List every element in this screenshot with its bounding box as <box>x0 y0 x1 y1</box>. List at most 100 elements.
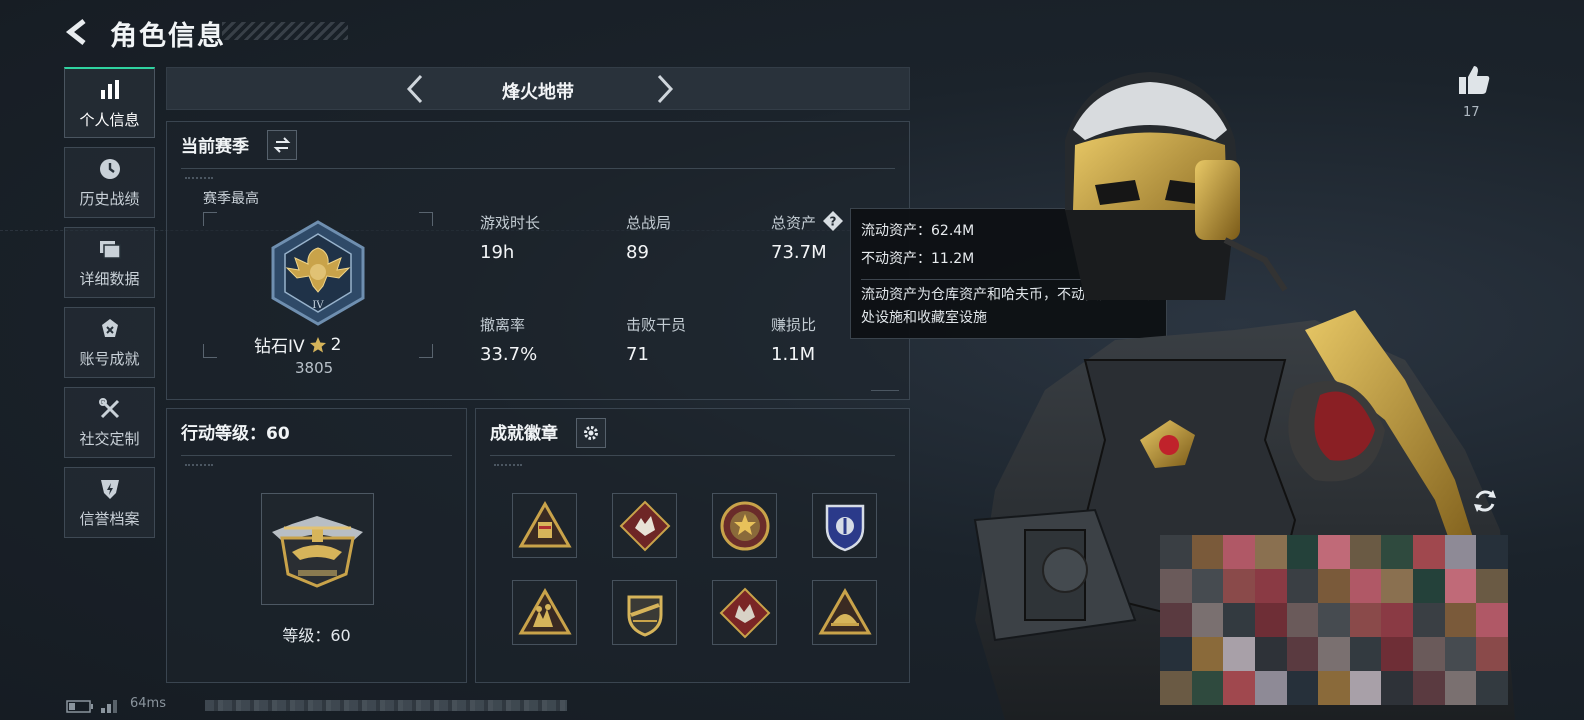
help-icon[interactable]: ? <box>822 210 844 232</box>
sidebar-item-reputation[interactable]: 信誉档案 <box>64 467 155 538</box>
stat-value: 71 <box>626 344 649 365</box>
badge-tri-helmet-icon <box>817 587 872 634</box>
mosaic-cell <box>1160 637 1192 671</box>
trophy-icon <box>97 316 123 342</box>
mosaic-cell <box>1381 671 1414 705</box>
sidebar-item-label: 账号成就 <box>79 350 140 368</box>
mosaic-cell <box>1349 671 1382 705</box>
season-header: 当前赛季 <box>181 137 249 157</box>
stat-value: 33.7% <box>480 344 538 365</box>
sidebar-item-label: 社交定制 <box>79 430 140 448</box>
sidebar-item-social-custom[interactable]: 社交定制 <box>64 387 155 458</box>
stat-operators-defeated: 击败干员 71 <box>626 314 686 365</box>
ping-value: 64ms <box>130 696 166 711</box>
chevron-right-icon[interactable] <box>647 72 681 106</box>
mosaic-cell <box>1444 535 1477 569</box>
mosaic-cell <box>1349 637 1382 671</box>
sidebar-item-detailed-data[interactable]: 详细数据 <box>64 227 155 298</box>
mosaic-cell <box>1476 603 1508 637</box>
mosaic-cell <box>1349 569 1382 603</box>
achievement-badge[interactable] <box>812 580 877 645</box>
rotate-icon[interactable] <box>1468 484 1502 518</box>
shield-bolt-icon <box>97 476 123 502</box>
rank-score: 3805 <box>295 359 334 377</box>
tools-icon <box>97 396 123 422</box>
badge-tri-soldiers-icon <box>517 587 572 634</box>
title-decoration <box>222 22 348 40</box>
mosaic-cell <box>1191 637 1224 671</box>
frame-corner <box>203 344 217 358</box>
mosaic-cell <box>1254 671 1287 705</box>
stat-value: 73.7M <box>771 242 827 263</box>
mosaic-cell <box>1286 671 1319 705</box>
mosaic-cell <box>1254 603 1287 637</box>
achievement-badge[interactable] <box>512 493 577 558</box>
mosaic-cell <box>1444 637 1477 671</box>
sidebar-item-personal-info[interactable]: 个人信息 <box>64 67 155 138</box>
mosaic-cell <box>1191 535 1224 569</box>
swap-icon <box>273 137 291 153</box>
achievement-badge[interactable] <box>612 580 677 645</box>
mosaic-cell <box>1413 535 1445 569</box>
mosaic-censor-block <box>1160 535 1508 705</box>
stat-total-assets[interactable]: 总资产 73.7M <box>771 212 827 263</box>
chevron-left-icon[interactable] <box>62 16 94 48</box>
mosaic-cell <box>1160 671 1192 705</box>
achievement-badge[interactable] <box>612 493 677 558</box>
mosaic-cell <box>1160 535 1192 569</box>
mosaic-cell <box>1223 603 1255 637</box>
mosaic-cell <box>1318 535 1350 569</box>
mosaic-cell <box>1413 603 1445 637</box>
mosaic-cell <box>1318 569 1350 603</box>
mosaic-cell <box>1318 603 1350 637</box>
achievement-badge[interactable] <box>712 493 777 558</box>
mosaic-cell <box>1286 535 1319 569</box>
operation-level-panel: 行动等级：60 等级：60 <box>166 408 467 683</box>
swap-season-button[interactable] <box>267 130 297 160</box>
mosaic-cell <box>1476 637 1508 671</box>
mosaic-cell <box>1191 603 1224 637</box>
decoration <box>185 177 213 179</box>
helicopter-badge-icon <box>272 516 363 588</box>
obscured-uid <box>205 700 567 711</box>
stat-profit-loss: 赚损比 1.1M <box>771 314 816 365</box>
mosaic-cell <box>1413 637 1445 671</box>
mosaic-cell <box>1476 671 1508 705</box>
sidebar-item-account-achievements[interactable]: 账号成就 <box>64 307 155 378</box>
level-header: 行动等级：60 <box>181 424 290 444</box>
thumbs-up-icon[interactable] <box>1456 62 1492 98</box>
star-icon <box>309 336 326 352</box>
stat-label: 赚损比 <box>771 316 817 334</box>
mosaic-cell <box>1444 569 1477 603</box>
stat-extract-rate: 撤离率 33.7% <box>480 314 537 365</box>
badge-diamond-wolf-icon <box>719 587 770 638</box>
rank-stars: 2 <box>330 334 342 355</box>
decoration <box>494 464 522 466</box>
badge-diamond-red-icon <box>619 500 670 551</box>
mosaic-cell <box>1191 569 1224 603</box>
achievement-badge[interactable] <box>512 580 577 645</box>
sidebar-item-match-history[interactable]: 历史战绩 <box>64 147 155 218</box>
mosaic-cell <box>1223 535 1255 569</box>
mosaic-cell <box>1160 569 1192 603</box>
bar-chart-icon <box>97 77 123 103</box>
level-text: 等级：60 <box>282 626 351 645</box>
mosaic-cell <box>1476 569 1508 603</box>
achievements-header: 成就徽章 <box>490 424 558 444</box>
mosaic-cell <box>1286 637 1319 671</box>
gear-icon <box>584 426 598 440</box>
achievement-badge[interactable] <box>812 493 877 558</box>
level-badge[interactable] <box>261 493 374 605</box>
stat-value: 19h <box>480 242 515 263</box>
signal-icon <box>101 700 117 713</box>
battery-icon <box>66 700 93 713</box>
mosaic-cell <box>1381 569 1414 603</box>
mosaic-cell <box>1476 535 1508 569</box>
mosaic-cell <box>1381 637 1414 671</box>
badge-settings-button[interactable] <box>576 418 606 448</box>
page-title: 角色信息 <box>110 21 226 52</box>
stat-label: 总资产 <box>771 214 817 232</box>
achievement-badge[interactable] <box>712 580 777 645</box>
badge-tri-gold-icon <box>517 500 572 547</box>
mosaic-cell <box>1318 637 1350 671</box>
